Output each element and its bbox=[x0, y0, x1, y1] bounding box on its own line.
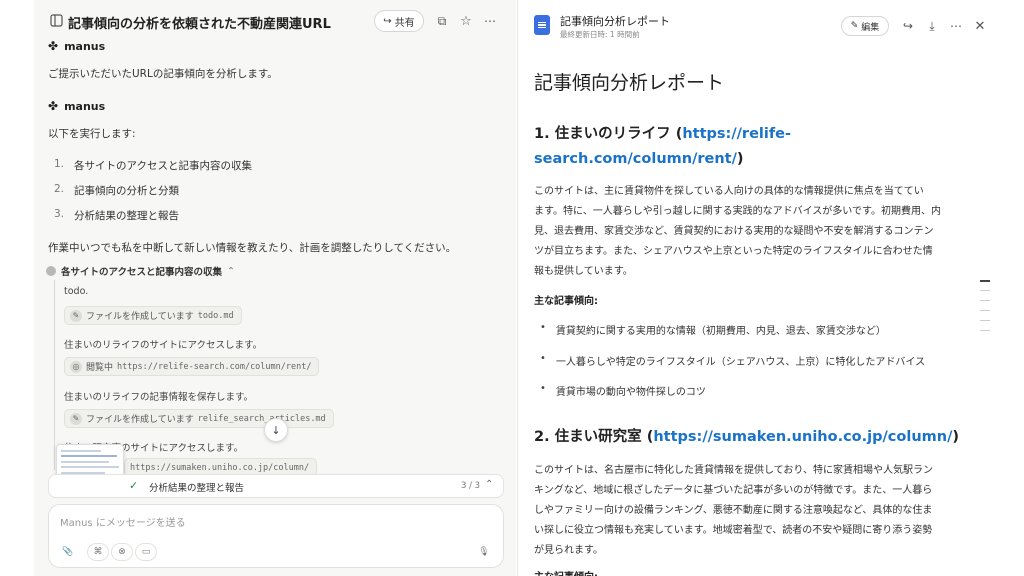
task-group-toggle[interactable]: 各サイトのアクセスと記事内容の収集 ⌃ bbox=[46, 264, 235, 278]
microphone-icon[interactable]: 🎙 bbox=[473, 543, 495, 561]
chat-bubble-icon[interactable]: ▭ bbox=[135, 543, 157, 561]
message-text: 以下を実行します: bbox=[48, 128, 136, 140]
section-link[interactable]: search.com/column/rent/ bbox=[534, 151, 737, 167]
section-heading: 1. 住まいのリライフ (https://relife-search.com/c… bbox=[534, 126, 792, 167]
browser-icon: ◎ bbox=[70, 360, 82, 373]
last-updated: 最終更新日時: 1 時間前 bbox=[560, 30, 640, 39]
section-link[interactable]: https://sumaken.uniho.co.jp/column/ bbox=[653, 429, 952, 445]
section-paragraph: このサイトは、主に賃貸物件を探している人向けの具体的な情報提供に焦点を当ててい … bbox=[534, 186, 941, 277]
edit-button[interactable]: ✎ 編集 bbox=[841, 16, 889, 36]
document-header: 記事傾向分析レポート 最終更新日時: 1 時間前 ✎ 編集 ↪ ⤓ ⋯ ✕ bbox=[518, 0, 990, 46]
list-item: 賃貸市場の動向や物件探しのコツ bbox=[540, 383, 706, 398]
share-icon: ↪ bbox=[383, 15, 392, 27]
edit-file-icon: ✎ bbox=[70, 309, 82, 322]
section-link[interactable]: https://relife- bbox=[682, 126, 791, 142]
pencil-icon: ✎ bbox=[850, 21, 859, 31]
download-icon[interactable]: ⤓ bbox=[924, 17, 940, 35]
scroll-tick bbox=[980, 330, 990, 331]
more-icon[interactable]: ⋯ bbox=[948, 17, 964, 35]
list-item: 賃貸契約に関する実用的な情報（初期費用、内見、退去、家賃交渉など） bbox=[540, 322, 886, 337]
speaker-label: ✤ manus bbox=[48, 39, 106, 53]
attach-icon[interactable]: 📎 bbox=[57, 543, 79, 561]
star-icon[interactable]: ☆ bbox=[458, 12, 474, 30]
message-input[interactable]: Manus にメッセージを送る bbox=[60, 514, 186, 529]
plan-step: 2. 記事傾向の分析と分類 bbox=[54, 183, 179, 197]
chat-header: 記事傾向の分析を依頼された不動産関連URL ↪ 共有 ⧉ ☆ ⋯ bbox=[34, 0, 516, 42]
tool-chip[interactable]: ✎ ファイルを作成しています relife_search_articles.md bbox=[64, 409, 334, 428]
document-header-title: 記事傾向分析レポート bbox=[560, 15, 670, 28]
check-icon: ✓ bbox=[129, 479, 139, 492]
chevron-up-icon: ⌃ bbox=[485, 479, 494, 490]
plan-step: 3. 分析結果の整理と報告 bbox=[54, 208, 179, 222]
subheading: 主な記事傾向: bbox=[534, 568, 598, 576]
log-text: todo. bbox=[64, 286, 89, 297]
tool-chip[interactable]: ◎ 閲覧中 https://relife-search.com/column/r… bbox=[64, 357, 320, 376]
chat-title: 記事傾向の分析を依頼された不動産関連URL bbox=[68, 17, 331, 32]
edit-file-icon: ✎ bbox=[70, 412, 82, 425]
document-title: 記事傾向分析レポート bbox=[534, 72, 725, 94]
share-button[interactable]: ↪ 共有 bbox=[374, 10, 424, 32]
log-text: 住まいのリライフの記事情報を保存します。 bbox=[64, 392, 254, 403]
manus-logo-icon: ✤ bbox=[48, 99, 59, 113]
sidebar-toggle-icon[interactable] bbox=[48, 12, 64, 28]
chevron-up-icon: ⌃ bbox=[227, 265, 235, 277]
document-icon bbox=[534, 15, 550, 35]
scroll-tick bbox=[980, 310, 990, 311]
task-progress-bar[interactable]: ✓ 分析結果の整理と報告 3 / 3 ⌃ bbox=[48, 474, 504, 498]
progress-circle-icon bbox=[46, 266, 56, 276]
tool-icon[interactable]: ⌘ bbox=[87, 543, 109, 561]
message-text: ご提示いただいたURLの記事傾向を分析します。 bbox=[48, 68, 278, 80]
copy-icon[interactable]: ⧉ bbox=[434, 12, 450, 30]
message-text: 作業中いつでも私を中断して新しい情報を教えたり、計画を調整したりしてください。 bbox=[48, 242, 457, 254]
section-heading: 2. 住まい研究室 (https://sumaken.uniho.co.jp/c… bbox=[534, 429, 960, 445]
speaker-label: ✤ manus bbox=[48, 99, 106, 113]
task-timeline bbox=[54, 280, 55, 470]
share-icon[interactable]: ↪ bbox=[900, 17, 916, 35]
message-composer[interactable]: Manus にメッセージを送る 📎 ⌘ ⊗ ▭ 🎙 bbox=[48, 504, 504, 568]
arrow-down-icon: ↓ bbox=[271, 423, 281, 437]
list-item: 一人暮らしや特定のライフスタイル（シェアハウス、上京）に特化したアドバイス bbox=[540, 353, 925, 368]
manus-logo-icon: ✤ bbox=[48, 39, 59, 53]
scroll-tick bbox=[980, 320, 990, 321]
scroll-tick bbox=[980, 290, 990, 291]
tool-chip[interactable]: ✎ ファイルを作成しています todo.md bbox=[64, 306, 242, 325]
scroll-position-marker[interactable] bbox=[980, 280, 990, 282]
log-text: 住まいのリライフのサイトにアクセスします。 bbox=[64, 340, 263, 351]
scroll-gutter bbox=[990, 0, 1024, 576]
scroll-down-button[interactable]: ↓ bbox=[264, 418, 288, 442]
document-panel: 記事傾向分析レポート 最終更新日時: 1 時間前 ✎ 編集 ↪ ⤓ ⋯ ✕ 記事… bbox=[517, 0, 990, 576]
plan-step: 1. 各サイトのアクセスと記事内容の収集 bbox=[54, 158, 252, 172]
chat-panel: 記事傾向の分析を依頼された不動産関連URL ↪ 共有 ⧉ ☆ ⋯ ✤ manus… bbox=[34, 0, 516, 576]
subheading: 主な記事傾向: bbox=[534, 296, 598, 307]
connector-icon[interactable]: ⊗ bbox=[111, 543, 133, 561]
section-paragraph: このサイトは、名古屋市に特化した賃貸情報を提供しており、特に家賃相場や人気駅ラン… bbox=[534, 465, 933, 556]
close-icon[interactable]: ✕ bbox=[972, 17, 988, 35]
more-icon[interactable]: ⋯ bbox=[482, 12, 498, 30]
scroll-tick bbox=[980, 300, 990, 301]
